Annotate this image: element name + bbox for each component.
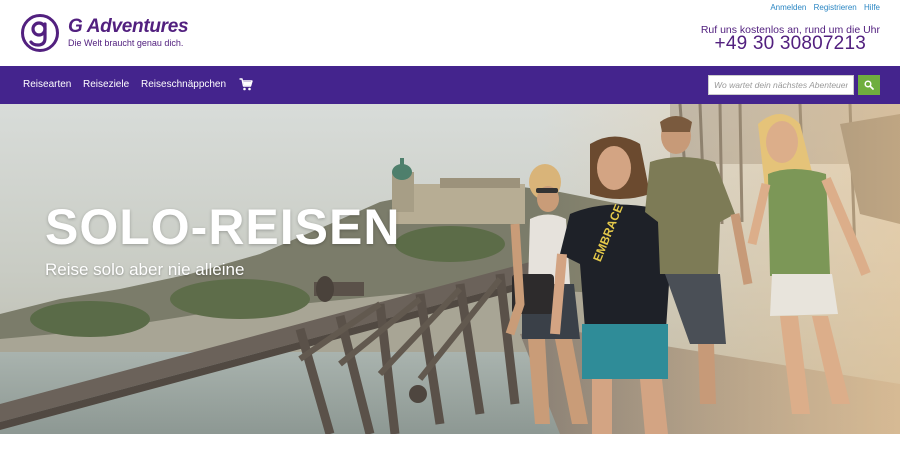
- g-logo-icon: [21, 14, 59, 52]
- brand-logo[interactable]: G Adventures Die Welt braucht genau dich…: [21, 14, 189, 52]
- account-links: Anmelden Registrieren Hilfe: [765, 3, 880, 12]
- hero-banner: EMBRACE SOLO-REISEN Reise solo aber nie …: [0, 104, 900, 434]
- site-header: G Adventures Die Welt braucht genau dich…: [0, 0, 900, 66]
- phone-number[interactable]: +49 30 30807213: [715, 33, 866, 55]
- shopping-cart-icon[interactable]: [239, 78, 253, 91]
- register-link[interactable]: Registrieren: [814, 3, 857, 12]
- hero-subtitle: Reise solo aber nie alleine: [45, 260, 245, 279]
- search-button[interactable]: [858, 75, 880, 95]
- brand-name: G Adventures: [68, 16, 189, 37]
- page-below-hero: [0, 434, 900, 474]
- help-link[interactable]: Hilfe: [864, 3, 880, 12]
- nav-item-reiseziele[interactable]: Reiseziele: [83, 79, 129, 90]
- nav-item-reiseschnaeppchen[interactable]: Reiseschnäppchen: [141, 79, 226, 90]
- nav-item-reisearten[interactable]: Reisearten: [23, 79, 71, 90]
- search-icon: [864, 80, 874, 90]
- login-link[interactable]: Anmelden: [770, 3, 806, 12]
- hero-title: SOLO-REISEN: [45, 199, 401, 255]
- brand-tagline: Die Welt braucht genau dich.: [68, 38, 184, 48]
- search-input[interactable]: [708, 75, 854, 95]
